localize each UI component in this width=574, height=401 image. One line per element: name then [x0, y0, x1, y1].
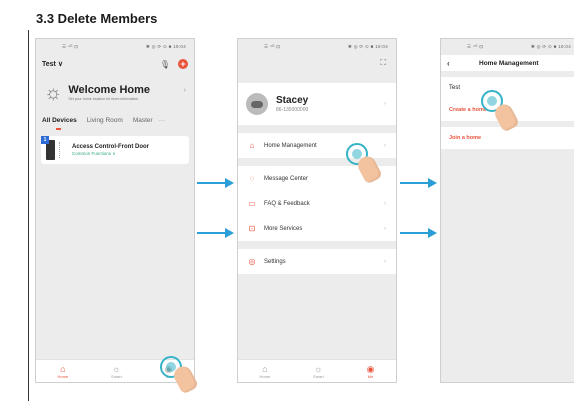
- chevron-right-icon: ›: [384, 258, 386, 265]
- device-name: Access Control-Front Door: [72, 143, 150, 150]
- welcome-title: Welcome Home: [68, 84, 151, 97]
- nav-home-label: Home: [259, 373, 271, 379]
- device-card[interactable]: 1 Access Control-Front Door Common Funct…: [41, 136, 189, 164]
- section-title: 3.3 Delete Members: [36, 11, 158, 26]
- menu-group-main: ⌂ Home Management ›: [238, 133, 396, 158]
- menu-item-label: Message Center: [264, 175, 309, 182]
- smart-icon: ☼: [112, 363, 121, 374]
- join-home-link[interactable]: Join a home: [449, 135, 481, 141]
- status-left: ☰ ⁴ᴳ ⊡: [264, 44, 281, 49]
- left-margin-rule: [28, 30, 29, 401]
- home-selector[interactable]: Test ∨: [42, 60, 63, 68]
- nav-smart-label: Smart: [313, 373, 324, 379]
- user-phone: 86-135000000: [276, 107, 309, 113]
- status-bar: ☰ ⁴ᴳ ⊡ ✱ ◎ ⟳ ⊙ ■ 19:04: [441, 39, 574, 55]
- screen-home-management: ☰ ⁴ᴳ ⊡ ✱ ◎ ⟳ ⊙ ■ 19:04 ‹ Home Management…: [440, 38, 574, 383]
- nav-me[interactable]: ◉ Me: [367, 364, 375, 379]
- menu-group-settings: ◎ Settings ›: [238, 249, 396, 274]
- menu-item-home-management[interactable]: ⌂ Home Management ›: [238, 133, 396, 158]
- settings-icon: ◎: [248, 257, 256, 266]
- active-tab-indicator: [56, 128, 61, 130]
- faq-icon: ▭: [248, 199, 256, 208]
- me-icon: ◉: [366, 363, 375, 374]
- profile-card[interactable]: Stacey 86-135000000 ›: [238, 83, 396, 125]
- chevron-right-icon: ›: [183, 87, 186, 94]
- device-badge: 1: [41, 136, 49, 144]
- screen-me: ☰ ⁴ᴳ ⊡ ✱ ◎ ⟳ ⊙ ■ 19:04 ⛶ Stacey 86-13500…: [237, 38, 397, 383]
- create-home-link[interactable]: Create a home: [449, 107, 487, 113]
- home-icon: ⌂: [262, 363, 268, 374]
- tab-all-devices[interactable]: All Devices: [42, 117, 77, 124]
- more-tabs-icon[interactable]: ···: [159, 117, 166, 124]
- status-right: ✱ ◎ ⟳ ⊙ ■ 19:04: [146, 44, 186, 49]
- common-functions-link[interactable]: Common Functions ∨: [72, 151, 149, 157]
- nav-home-label: Home: [57, 373, 69, 379]
- back-arrow-icon[interactable]: ‹: [447, 59, 450, 68]
- message-icon: ◌: [249, 174, 255, 183]
- nav-home[interactable]: ⌂ Home: [259, 364, 270, 379]
- nav-smart-label: Smart: [111, 373, 122, 379]
- tab-living-room[interactable]: Living Room: [87, 117, 123, 124]
- nav-smart[interactable]: ☼ Smart: [111, 364, 122, 379]
- chevron-right-icon: ›: [384, 200, 386, 207]
- status-left: ☰ ⁴ᴳ ⊡: [62, 44, 79, 49]
- chevron-right-icon: ›: [384, 101, 386, 107]
- chevron-right-icon: ›: [384, 142, 386, 149]
- menu-item-label: More Services: [264, 225, 303, 232]
- status-right: ✱ ◎ ⟳ ⊙ ■ 19:04: [531, 44, 571, 49]
- avatar: [246, 93, 268, 115]
- tab-master[interactable]: Master: [133, 117, 153, 124]
- nav-me-label: Me: [367, 373, 374, 379]
- home-name: Test: [449, 85, 461, 91]
- arrow-right-icon: [400, 228, 437, 238]
- keypad-icon: [59, 142, 66, 158]
- microphone-icon[interactable]: 🎙: [160, 60, 170, 69]
- smart-icon: ☼: [314, 363, 323, 374]
- scan-icon[interactable]: ⛶: [380, 58, 386, 68]
- status-bar: ☰ ⁴ᴳ ⊡ ✱ ◎ ⟳ ⊙ ■ 19:04: [36, 39, 194, 55]
- house-outline-icon: ⌂: [249, 141, 255, 150]
- services-icon: ⊡: [248, 224, 256, 233]
- menu-item-label: FAQ & Feedback: [264, 200, 310, 207]
- bottom-nav: ⌂ Home ☼ Smart ◉ Me: [238, 359, 396, 382]
- nav-smart[interactable]: ☼ Smart: [313, 364, 324, 379]
- menu-item-label: Home Management: [264, 142, 317, 149]
- menu-item-more-services[interactable]: ⊡ More Services ›: [238, 216, 396, 241]
- user-name: Stacey: [276, 95, 309, 106]
- status-right: ✱ ◎ ⟳ ⊙ ■ 19:04: [348, 44, 388, 49]
- room-tabs: All Devices Living Room Master ···: [36, 111, 194, 126]
- status-bar: ☰ ⁴ᴳ ⊡ ✱ ◎ ⟳ ⊙ ■ 19:04: [238, 39, 396, 55]
- menu-item-settings[interactable]: ◎ Settings ›: [238, 249, 396, 274]
- screen-home: ☰ ⁴ᴳ ⊡ ✱ ◎ ⟳ ⊙ ■ 19:04 Test ∨ 🎙 + ☼ Welc…: [35, 38, 195, 383]
- arrow-right-icon: [400, 178, 437, 188]
- nav-home[interactable]: ⌂ Home: [57, 364, 68, 379]
- home-list-item[interactable]: Test: [441, 77, 574, 99]
- sun-icon: ☼: [44, 82, 63, 104]
- arrow-right-icon: [197, 178, 234, 188]
- header: ‹ Home Management: [441, 55, 574, 71]
- chevron-right-icon: ›: [384, 225, 386, 232]
- menu-item-label: Settings: [264, 258, 286, 265]
- welcome-subtitle: Set your home location for more informat…: [68, 97, 139, 102]
- status-left: ☰ ⁴ᴳ ⊡: [467, 44, 484, 49]
- page-title: Home Management: [479, 59, 539, 67]
- add-button[interactable]: +: [178, 59, 188, 69]
- home-icon: ⌂: [60, 363, 66, 374]
- welcome-banner[interactable]: ☼ Welcome Home Set your home location fo…: [36, 73, 194, 111]
- arrow-right-icon: [197, 228, 234, 238]
- menu-item-faq-feedback[interactable]: ▭ FAQ & Feedback ›: [238, 191, 396, 216]
